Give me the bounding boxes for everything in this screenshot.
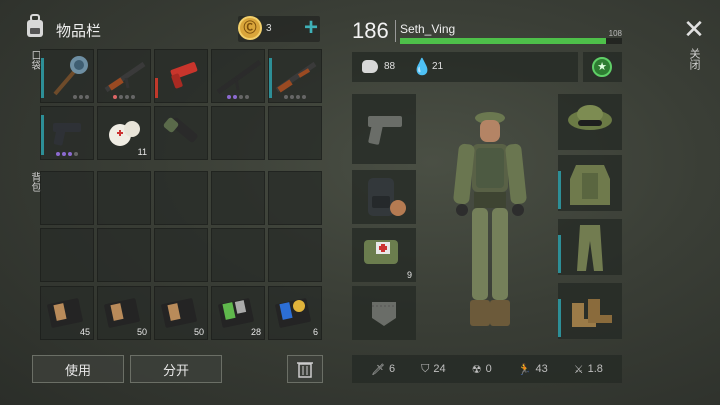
flare-gun-icon bbox=[170, 62, 198, 89]
water-value: 21 bbox=[432, 61, 444, 72]
stats-bar: 🗡 6 ⛉ 24 ☢ 0 🏃 43 ⚔ 1.8 bbox=[352, 355, 622, 383]
stat-value: 43 bbox=[535, 363, 548, 375]
medkit-equip-slot[interactable]: 9 bbox=[352, 228, 416, 282]
backpack-slot-green-book[interactable]: 28 bbox=[211, 286, 265, 340]
legs-slot[interactable] bbox=[558, 219, 622, 275]
xp-bar-fill bbox=[400, 38, 607, 44]
stat-value: 0 bbox=[485, 363, 492, 375]
item-count: 50 bbox=[136, 327, 147, 337]
coin-icon: Ⓒ bbox=[238, 16, 262, 40]
item-count: 45 bbox=[79, 327, 90, 337]
backpack-slot[interactable] bbox=[97, 171, 151, 225]
pocket-slot-pistol[interactable] bbox=[40, 106, 94, 160]
coin-counter: Ⓒ 3 + bbox=[238, 14, 320, 42]
stat-value: 6 bbox=[388, 363, 396, 375]
trash-icon bbox=[297, 362, 313, 378]
close-icon: ✕ bbox=[683, 14, 705, 44]
tactical-backpack-icon bbox=[368, 178, 406, 216]
backpack-slot[interactable] bbox=[154, 228, 208, 282]
pocket-slot-ak-rifle[interactable] bbox=[268, 49, 322, 103]
item-count: 6 bbox=[312, 327, 318, 337]
xp-value: 108 bbox=[608, 29, 622, 38]
player-name: Seth_Ving bbox=[400, 22, 456, 36]
backpack-icon bbox=[24, 14, 46, 38]
pocket-slot-empty[interactable] bbox=[211, 106, 265, 160]
backpack-slot-notebook[interactable]: 45 bbox=[40, 286, 94, 340]
item-count: 28 bbox=[250, 327, 261, 337]
backpack-slot[interactable] bbox=[154, 171, 208, 225]
flashlight-icon bbox=[163, 117, 198, 143]
boonie-hat-icon bbox=[568, 105, 612, 130]
backpack-slot[interactable] bbox=[268, 228, 322, 282]
star-badge-icon: ★ bbox=[592, 57, 612, 77]
medkit-count: 9 bbox=[406, 270, 412, 280]
backpack-slot-gold-book[interactable]: 6 bbox=[268, 286, 322, 340]
radiation-icon: ☢ bbox=[471, 363, 482, 376]
attack-stat: 🗡 6 bbox=[371, 363, 395, 376]
food-value: 88 bbox=[384, 61, 396, 72]
close-label: 关闭 bbox=[688, 48, 700, 70]
run-icon: 🏃 bbox=[517, 363, 532, 376]
vitals-bar: 88 💧 21 bbox=[352, 52, 578, 82]
pocket-slot-mace[interactable] bbox=[40, 49, 94, 103]
xp-bar bbox=[400, 38, 622, 44]
water-drop-icon: 💧 bbox=[412, 59, 432, 76]
divider bbox=[395, 20, 396, 42]
stomach-icon bbox=[362, 60, 378, 73]
backpack-slot[interactable] bbox=[40, 171, 94, 225]
pocket-slot-assault-rifle[interactable] bbox=[97, 49, 151, 103]
character-model bbox=[453, 112, 527, 326]
pocket-slot-empty[interactable] bbox=[268, 106, 322, 160]
backpack-slot[interactable] bbox=[211, 171, 265, 225]
backpack-equip-slot[interactable] bbox=[352, 170, 416, 224]
backpack-slot-notebook[interactable]: 50 bbox=[154, 286, 208, 340]
pocket-silhouette-icon bbox=[372, 302, 396, 326]
pocket-slot-rifle[interactable] bbox=[211, 49, 265, 103]
shield-icon: ⛉ bbox=[421, 362, 430, 375]
achievements-button[interactable]: ★ bbox=[583, 52, 622, 82]
trash-button[interactable] bbox=[287, 355, 323, 383]
pocket-slot-bandage[interactable]: 11 bbox=[97, 106, 151, 160]
head-slot[interactable] bbox=[558, 94, 622, 150]
pocket-slot-flare-gun[interactable] bbox=[154, 49, 208, 103]
torso-slot[interactable] bbox=[558, 155, 622, 211]
boots-icon bbox=[572, 299, 612, 327]
speed-icon: ⚔ bbox=[573, 363, 584, 376]
inventory-title: 物品栏 bbox=[56, 23, 102, 40]
item-count: 50 bbox=[193, 327, 204, 337]
split-button[interactable]: 分开 bbox=[130, 355, 222, 383]
backpack-slot[interactable] bbox=[97, 228, 151, 282]
use-button[interactable]: 使用 bbox=[32, 355, 124, 383]
stat-value: 24 bbox=[433, 363, 446, 375]
speed-stat: 🏃 43 bbox=[518, 363, 548, 376]
defense-stat: ⛉ 24 bbox=[421, 363, 446, 376]
close-button[interactable]: ✕ 关闭 bbox=[678, 16, 710, 86]
feet-slot[interactable] bbox=[558, 283, 622, 339]
pistol-silhouette-icon bbox=[368, 116, 402, 145]
add-coins-button[interactable]: + bbox=[304, 14, 318, 42]
backpack-slot-notebook[interactable]: 50 bbox=[97, 286, 151, 340]
item-count: 11 bbox=[137, 147, 147, 157]
coin-count: 3 bbox=[266, 23, 272, 34]
camo-vest-icon bbox=[570, 165, 610, 205]
stat-value: 1.8 bbox=[587, 363, 603, 375]
backpack-slot[interactable] bbox=[40, 228, 94, 282]
radiation-stat: ☢ 0 bbox=[472, 363, 492, 376]
weapon-slot[interactable] bbox=[352, 94, 416, 164]
player-level: 186 bbox=[352, 18, 389, 43]
sword-icon: 🗡 bbox=[371, 363, 385, 376]
backpack-slot[interactable] bbox=[211, 228, 265, 282]
pocket-equip-slot[interactable] bbox=[352, 286, 416, 340]
attack-speed-stat: ⚔ 1.8 bbox=[574, 363, 603, 376]
pocket-slot-flashlight[interactable] bbox=[154, 106, 208, 160]
camo-pants-icon bbox=[577, 225, 603, 271]
backpack-slot[interactable] bbox=[268, 171, 322, 225]
